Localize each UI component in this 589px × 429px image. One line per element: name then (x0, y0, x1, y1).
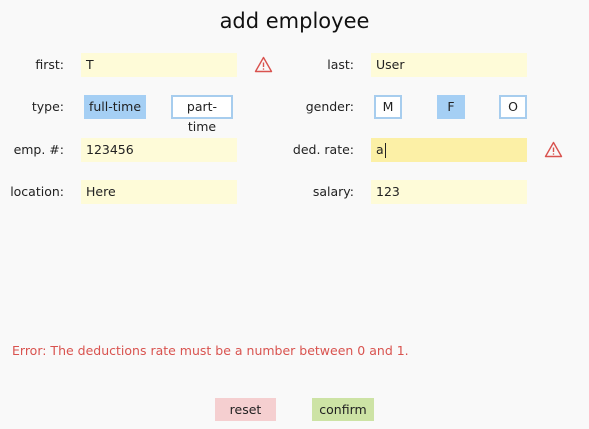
ded-rate-warning-icon (544, 141, 563, 158)
location-field[interactable]: Here (81, 180, 237, 204)
type-option-full-time[interactable]: full-time (84, 95, 146, 119)
ded-rate-label: ded. rate: (292, 142, 354, 157)
first-name-warning-icon (254, 56, 273, 73)
last-name-field[interactable]: User (371, 53, 527, 77)
gender-option-m[interactable]: M (374, 95, 402, 119)
confirm-button[interactable]: confirm (312, 398, 374, 421)
location-label: location: (10, 184, 64, 199)
last-name-label: last: (327, 57, 354, 72)
gender-label: gender: (305, 99, 354, 114)
salary-label: salary: (312, 184, 354, 199)
emp-number-label: emp. #: (13, 142, 64, 157)
first-name-field[interactable]: T (81, 53, 237, 77)
text-caret (384, 143, 386, 158)
page-title: add employee (219, 9, 370, 33)
ded-rate-field[interactable]: a (371, 138, 527, 162)
type-option-part-time[interactable]: part-time (171, 95, 233, 134)
salary-field[interactable]: 123 (371, 180, 527, 204)
error-message: Error: The deductions rate must be a num… (12, 343, 409, 358)
reset-button[interactable]: reset (215, 398, 276, 421)
gender-option-f[interactable]: F (437, 95, 465, 119)
ded-rate-value: a (376, 142, 384, 157)
emp-number-field[interactable]: 123456 (81, 138, 237, 162)
gender-option-o[interactable]: O (499, 95, 527, 119)
first-name-label: first: (35, 57, 64, 72)
type-label: type: (31, 99, 64, 114)
